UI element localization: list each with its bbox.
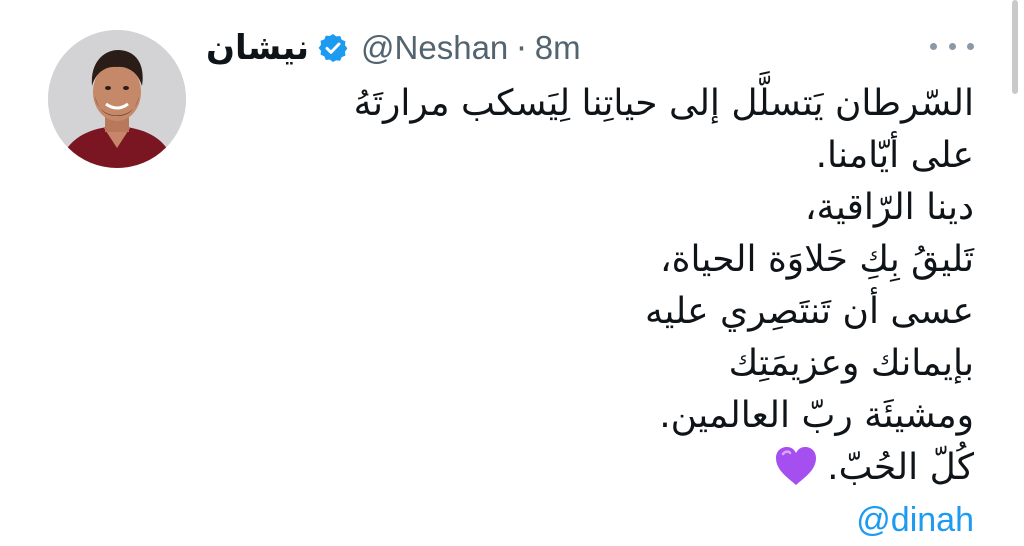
timestamp[interactable]: 8m	[535, 29, 581, 67]
scrollbar[interactable]	[1012, 0, 1018, 94]
tweet: نيشان @Neshan · 8m السّرطان يَتسلَّل إلى…	[0, 0, 1024, 543]
tweet-line: عسى أن تَنتَصِري عليه	[645, 291, 974, 332]
tweet-line-text: كُلّ الحُبّ.	[827, 447, 974, 488]
tweet-header: نيشان @Neshan · 8m	[206, 22, 581, 74]
user-handle[interactable]: @Neshan	[361, 29, 508, 67]
tweet-line: تَليقُ بِكِ حَلاوَة الحياة،	[659, 239, 974, 280]
tweet-line: ومشيئَة ربّ العالمين.	[659, 395, 974, 436]
tweet-line: على أيّامنا.	[815, 135, 974, 176]
tweet-line: دينا الرّاقية،	[804, 187, 974, 228]
tweet-line-last: كُلّ الحُبّ.	[214, 442, 974, 494]
display-name[interactable]: نيشان	[206, 28, 309, 68]
purple-heart-icon	[773, 445, 819, 487]
tweet-line: السّرطان يَتسلَّل إلى حياتِنا لِيَسكب مر…	[353, 83, 974, 124]
more-options-icon[interactable]	[930, 36, 974, 56]
verified-badge-icon	[317, 32, 349, 64]
separator-dot: ·	[516, 28, 527, 68]
avatar[interactable]	[48, 30, 186, 168]
avatar-photo	[48, 30, 186, 168]
tweet-text: السّرطان يَتسلَّل إلى حياتِنا لِيَسكب مر…	[214, 78, 974, 546]
mention-link[interactable]: @dinah	[214, 494, 974, 546]
tweet-line: بإيمانك وعزيمَتِك	[728, 343, 974, 384]
